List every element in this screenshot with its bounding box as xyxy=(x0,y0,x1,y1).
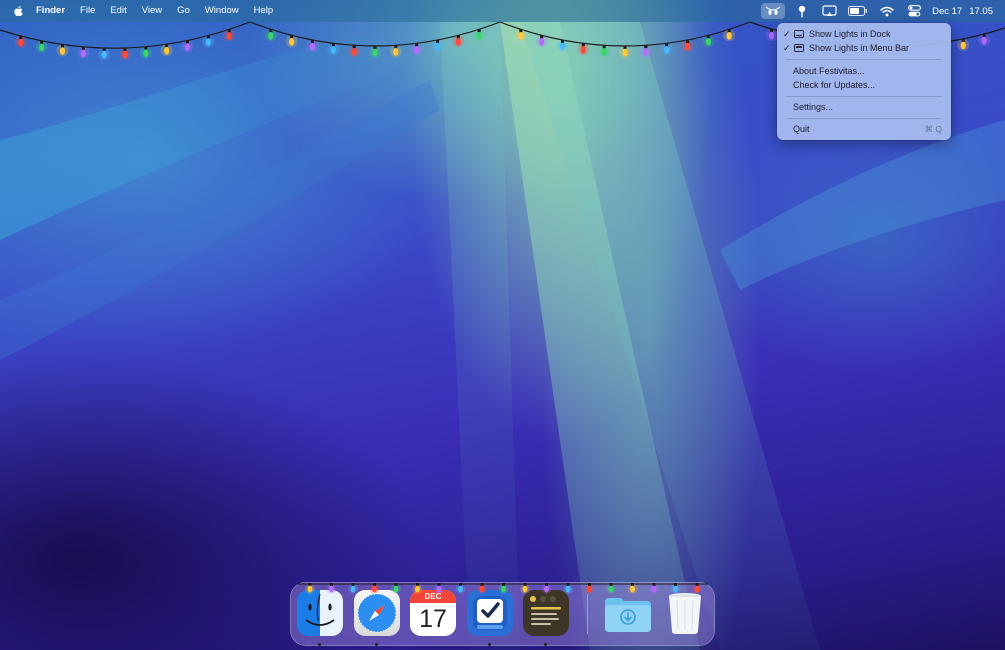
light-beam xyxy=(440,22,520,650)
menu-item-show-lights-in-menu-bar[interactable]: ✓ Show Lights in Menu Bar xyxy=(777,41,951,55)
dock-light-bulb xyxy=(369,583,380,594)
menu-item-label: About Festivitas... xyxy=(793,66,865,76)
dock-light-bulb xyxy=(412,583,423,594)
dock-light-bulb xyxy=(627,583,638,594)
dock-string-lights xyxy=(298,583,708,594)
menubar-window-icon xyxy=(794,44,804,52)
dock-light-bulb xyxy=(391,583,401,594)
menu-item-settings[interactable]: Settings... xyxy=(777,100,951,114)
menu-separator xyxy=(786,96,942,97)
running-indicator xyxy=(375,643,378,646)
screen-mirroring-icon[interactable] xyxy=(820,4,838,18)
dock-light-bulb xyxy=(520,583,530,594)
light-wave xyxy=(720,120,1005,290)
menu-bar: Finder File Edit View Go Window Help Dec… xyxy=(0,0,1005,22)
dock-light-bulb xyxy=(434,583,444,594)
festivitas-menu: ✓ Show Lights in Dock ✓ Show Lights in M… xyxy=(777,23,951,140)
festivitas-lights-icon[interactable] xyxy=(761,3,786,19)
running-indicator xyxy=(544,643,547,646)
checkmark-icon: ✓ xyxy=(783,43,791,53)
apple-logo-icon[interactable] xyxy=(13,5,25,17)
dock-light-bulb xyxy=(584,583,595,594)
checkmark-icon: ✓ xyxy=(783,29,791,39)
dock-light-bulb xyxy=(477,583,487,594)
dock-light-bulb xyxy=(498,583,509,594)
dock-light-bulb xyxy=(606,583,616,594)
battery-icon[interactable] xyxy=(847,4,869,18)
menubar-time[interactable]: 17.05 xyxy=(969,6,993,17)
dock-light-bulb xyxy=(563,583,573,594)
wifi-icon[interactable] xyxy=(878,4,896,18)
menubar-date[interactable]: Dec 17 xyxy=(932,6,962,17)
menu-separator xyxy=(786,59,942,60)
menu-item-label: Show Lights in Dock xyxy=(809,29,891,39)
dock-divider xyxy=(587,594,588,634)
menu-edit[interactable]: Edit xyxy=(110,0,126,22)
dock-light-bulb xyxy=(348,583,358,594)
menu-finder[interactable]: Finder xyxy=(36,0,65,22)
menu-window[interactable]: Window xyxy=(205,0,239,22)
dock-light-bulb xyxy=(692,583,702,594)
running-indicator xyxy=(318,643,321,646)
dock-light-bulb xyxy=(649,583,659,594)
menu-item-label: Show Lights in Menu Bar xyxy=(809,43,910,53)
dock-light-bulb xyxy=(326,583,337,594)
menu-view[interactable]: View xyxy=(142,0,162,22)
menu-item-quit[interactable]: Quit ⌘ Q xyxy=(777,122,951,136)
dock-light-bulb xyxy=(670,583,681,594)
menu-item-label: Settings... xyxy=(793,102,834,112)
dock: DEC 17 xyxy=(290,582,715,646)
dock-light-bulb xyxy=(305,583,315,594)
location-pin-icon[interactable] xyxy=(793,4,811,18)
menu-item-check-for-updates[interactable]: Check for Updates... xyxy=(777,78,951,92)
menu-item-label: Quit xyxy=(793,124,810,134)
control-center-icon[interactable] xyxy=(905,4,923,18)
menu-help[interactable]: Help xyxy=(254,0,274,22)
keyboard-shortcut: ⌘ Q xyxy=(924,124,942,134)
menu-item-about[interactable]: About Festivitas... xyxy=(777,64,951,78)
menu-file[interactable]: File xyxy=(80,0,95,22)
status-area: Dec 17 17.05 xyxy=(761,0,1005,22)
menu-item-label: Check for Updates... xyxy=(793,80,876,90)
menu-item-show-lights-in-dock[interactable]: ✓ Show Lights in Dock xyxy=(777,27,951,41)
dock-light-bulb xyxy=(455,583,466,594)
dock-light-bulb xyxy=(541,583,552,594)
calendar-day: 17 xyxy=(419,605,447,633)
menu-go[interactable]: Go xyxy=(177,0,190,22)
running-indicator xyxy=(488,643,491,646)
menu-separator xyxy=(786,118,942,119)
dock-window-icon xyxy=(794,30,804,38)
